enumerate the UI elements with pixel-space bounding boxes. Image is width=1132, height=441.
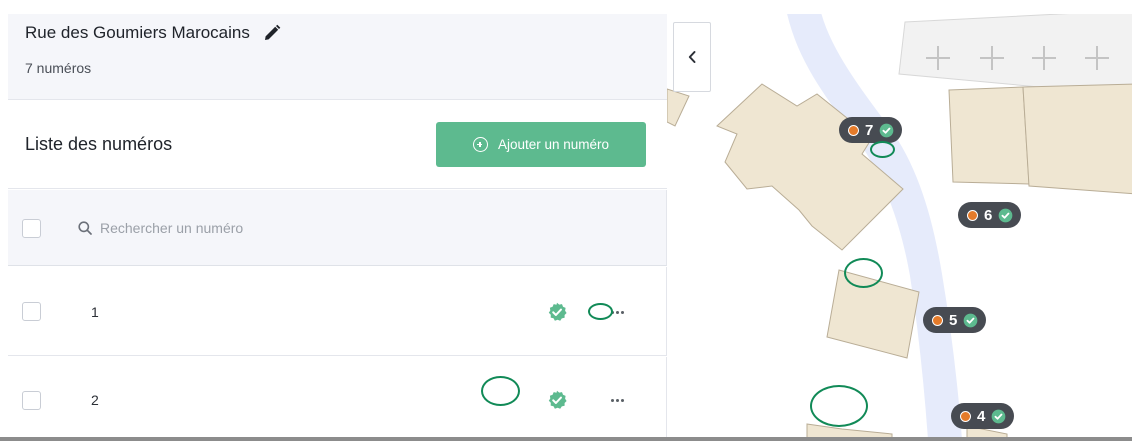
annotation-circle	[588, 303, 613, 320]
street-title: Rue des Goumiers Marocains	[25, 23, 282, 43]
window-bottom-border	[0, 437, 1132, 441]
check-circle-icon	[548, 302, 567, 321]
check-circle-icon	[880, 123, 894, 137]
search-input[interactable]	[100, 215, 400, 241]
add-number-label: Ajouter un numéro	[497, 137, 610, 152]
annotation-circle	[810, 385, 868, 427]
row-number: 1	[91, 304, 99, 320]
search-icon	[78, 221, 92, 235]
street-header: Rue des Goumiers Marocains 7 numéros	[8, 14, 667, 100]
row-number: 2	[91, 392, 99, 408]
check-circle-icon	[548, 390, 567, 409]
ellipsis-dot	[610, 398, 614, 402]
list-title: Liste des numéros	[25, 134, 173, 154]
annotation-circle	[481, 376, 520, 406]
street-name: Rue des Goumiers Marocains	[25, 23, 250, 42]
map-background	[667, 14, 1132, 437]
table-row: 1	[8, 267, 667, 356]
chevron-left-icon	[688, 51, 696, 63]
check-circle-icon	[992, 409, 1006, 423]
annotation-circle	[870, 141, 895, 158]
pin-status-dot	[960, 410, 971, 422]
pencil-icon[interactable]	[262, 23, 282, 43]
ellipsis-dot	[620, 310, 624, 314]
row-checkbox[interactable]	[22, 391, 41, 410]
row-menu-button[interactable]	[603, 391, 631, 409]
address-count: 7 numéros	[25, 60, 92, 76]
pin-status-dot	[967, 209, 978, 221]
check-circle-icon	[999, 208, 1013, 222]
address-panel: Rue des Goumiers Marocains 7 numéros Lis…	[8, 14, 667, 437]
pin-status-dot	[932, 314, 943, 326]
annotation-circle	[844, 258, 883, 288]
map-pin-6[interactable]: 6	[958, 202, 1022, 228]
ellipsis-dot	[615, 398, 619, 402]
ellipsis-dot	[620, 398, 624, 402]
pin-number: 5	[949, 311, 958, 329]
row-checkbox[interactable]	[22, 302, 41, 321]
map-pin-7[interactable]: 7	[839, 117, 903, 143]
map-pin-4[interactable]: 4	[951, 403, 1015, 429]
pin-number: 7	[865, 121, 874, 139]
plus-circle-icon	[472, 137, 488, 152]
table-row: 2	[8, 357, 667, 437]
collapse-panel-button[interactable]	[673, 22, 711, 92]
map-pin-5[interactable]: 5	[923, 307, 987, 333]
pin-number: 4	[977, 407, 986, 425]
search-row	[8, 190, 667, 266]
pin-status-dot	[848, 124, 859, 136]
add-number-button[interactable]: Ajouter un numéro	[436, 122, 646, 167]
check-circle-icon	[964, 313, 978, 327]
pin-number: 6	[984, 206, 993, 224]
list-header: Liste des numéros Ajouter un numéro	[8, 101, 667, 189]
ellipsis-dot	[615, 310, 619, 314]
select-all-checkbox[interactable]	[22, 219, 41, 238]
map-view[interactable]: 7 6 5 4	[667, 14, 1132, 437]
